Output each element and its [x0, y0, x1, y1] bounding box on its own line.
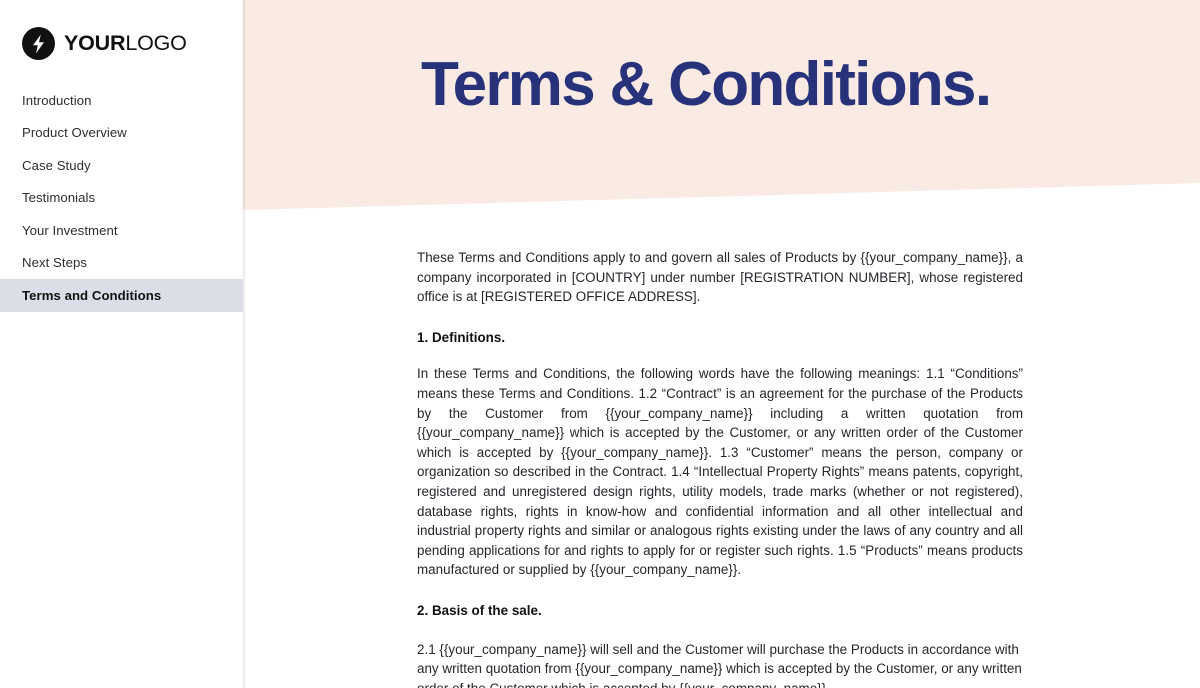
sidebar-item-your-investment[interactable]: Your Investment	[0, 214, 243, 247]
document-page: Terms & Conditions. YOURLOGO Introductio…	[0, 0, 1200, 688]
sidebar-item-label: Product Overview	[22, 125, 127, 141]
sidebar-nav: Introduction Product Overview Case Study…	[0, 84, 243, 312]
section-1-body: In these Terms and Conditions, the follo…	[417, 366, 1023, 578]
sidebar-item-testimonials[interactable]: Testimonials	[0, 182, 243, 215]
section-2-heading: 2. Basis of the sale.	[417, 602, 542, 618]
sidebar: YOURLOGO Introduction Product Overview C…	[0, 0, 243, 688]
sidebar-item-label: Your Investment	[22, 222, 118, 238]
page-header-banner: Terms & Conditions.	[243, 0, 1200, 210]
sidebar-item-label: Terms and Conditions	[22, 287, 162, 303]
sidebar-item-introduction[interactable]: Introduction	[0, 84, 243, 117]
logo-text-light: LOGO	[125, 30, 187, 55]
section-1-heading: 1. Definitions.	[417, 329, 506, 345]
section-2-body: 2.1 {{your_company_name}} will sell and …	[417, 641, 1022, 688]
sidebar-item-label: Introduction	[22, 92, 92, 108]
sidebar-item-terms-and-conditions[interactable]: Terms and Conditions	[0, 279, 243, 312]
logo-text-bold: YOUR	[64, 30, 126, 55]
sidebar-item-case-study[interactable]: Case Study	[0, 149, 243, 182]
document-body: These Terms and Conditions apply to and …	[417, 248, 1023, 688]
sidebar-item-next-steps[interactable]: Next Steps	[0, 247, 243, 280]
intro-paragraph: These Terms and Conditions apply to and …	[417, 250, 1023, 305]
sidebar-item-label: Next Steps	[22, 255, 88, 271]
sidebar-item-label: Testimonials	[22, 190, 96, 206]
sidebar-item-label: Case Study	[22, 157, 91, 173]
logo[interactable]: YOURLOGO	[22, 27, 187, 60]
sidebar-item-product-overview[interactable]: Product Overview	[0, 117, 243, 150]
lightning-bolt-icon	[22, 27, 55, 60]
page-title: Terms & Conditions.	[421, 50, 992, 119]
logo-text: YOURLOGO	[64, 30, 187, 55]
